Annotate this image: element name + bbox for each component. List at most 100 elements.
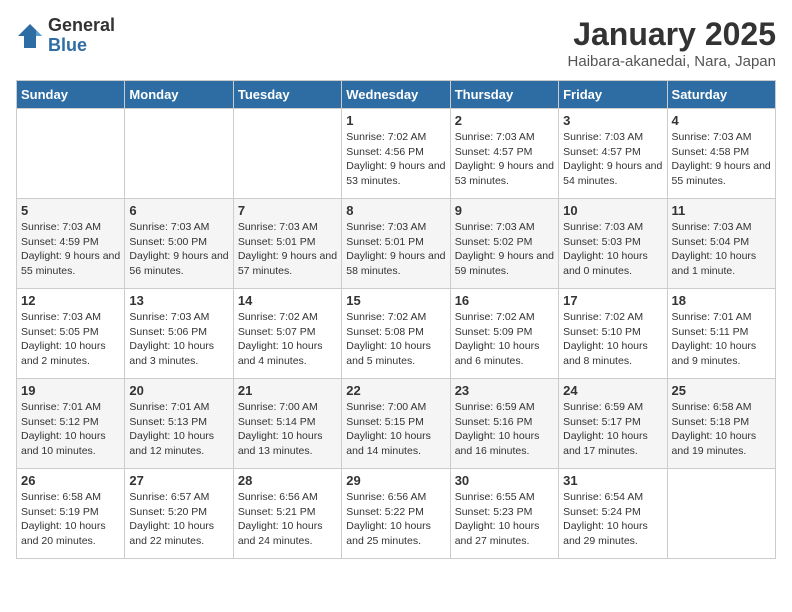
day-info: Sunrise: 6:58 AM Sunset: 5:18 PM Dayligh… (672, 400, 771, 459)
day-number: 20 (129, 383, 228, 398)
day-number: 15 (346, 293, 445, 308)
calendar-week-row: 12Sunrise: 7:03 AM Sunset: 5:05 PM Dayli… (17, 289, 776, 379)
weekday-header-cell: Tuesday (233, 81, 341, 109)
calendar-day-cell: 11 Sunrise: 7:03 AM Sunset: 5:04 PM Dayli… (667, 199, 775, 289)
day-info: Sunrise: 7:03 AM Sunset: 5:04 PM Dayligh… (672, 220, 771, 279)
weekday-header-cell: Saturday (667, 81, 775, 109)
calendar-day-cell: 30Sunrise: 6:55 AM Sunset: 5:23 PM Dayli… (450, 469, 558, 559)
day-number: 8 (346, 203, 445, 218)
location-subtitle: Haibara-akanedai, Nara, Japan (568, 53, 776, 70)
calendar-day-cell: 26Sunrise: 6:58 AM Sunset: 5:19 PM Dayli… (17, 469, 125, 559)
calendar-day-cell: 27Sunrise: 6:57 AM Sunset: 5:20 PM Dayli… (125, 469, 233, 559)
calendar-day-cell: 17 Sunrise: 7:02 AM Sunset: 5:10 PM Dayli… (559, 289, 667, 379)
calendar-day-cell (233, 109, 341, 199)
day-info: Sunrise: 6:59 AM Sunset: 5:16 PM Dayligh… (455, 400, 554, 459)
calendar-day-cell: 8 Sunrise: 7:03 AM Sunset: 5:01 PM Daylig… (342, 199, 450, 289)
day-info: Sunrise: 6:54 AM Sunset: 5:24 PM Dayligh… (563, 490, 662, 549)
calendar-day-cell: 23 Sunrise: 6:59 AM Sunset: 5:16 PM Dayli… (450, 379, 558, 469)
calendar-day-cell: 7 Sunrise: 7:03 AM Sunset: 5:01 PM Daylig… (233, 199, 341, 289)
day-number: 25 (672, 383, 771, 398)
day-info: Sunrise: 7:03 AM Sunset: 5:01 PM Dayligh… (238, 220, 337, 279)
logo-general-text: General (48, 16, 115, 36)
calendar-day-cell: 3 Sunrise: 7:03 AM Sunset: 4:57 PM Daylig… (559, 109, 667, 199)
calendar-day-cell: 1 Sunrise: 7:02 AM Sunset: 4:56 PM Daylig… (342, 109, 450, 199)
calendar-day-cell: 10 Sunrise: 7:03 AM Sunset: 5:03 PM Dayli… (559, 199, 667, 289)
day-info: Sunrise: 7:03 AM Sunset: 5:03 PM Dayligh… (563, 220, 662, 279)
calendar-day-cell: 29 Sunrise: 6:56 AM Sunset: 5:22 PM Dayli… (342, 469, 450, 559)
weekday-header-cell: Monday (125, 81, 233, 109)
day-info: Sunrise: 7:00 AM Sunset: 5:15 PM Dayligh… (346, 400, 445, 459)
weekday-header-cell: Wednesday (342, 81, 450, 109)
calendar-day-cell (667, 469, 775, 559)
day-number: 10 (563, 203, 662, 218)
day-info: Sunrise: 7:03 AM Sunset: 4:57 PM Dayligh… (455, 130, 554, 189)
day-number: 18 (672, 293, 771, 308)
page-header: General Blue January 2025 Haibara-akaned… (16, 16, 776, 70)
day-number: 16 (455, 293, 554, 308)
calendar-week-row: 26Sunrise: 6:58 AM Sunset: 5:19 PM Dayli… (17, 469, 776, 559)
day-info: Sunrise: 7:03 AM Sunset: 5:05 PM Dayligh… (21, 310, 120, 369)
day-info: Sunrise: 6:58 AM Sunset: 5:19 PM Dayligh… (21, 490, 120, 549)
weekday-header-cell: Thursday (450, 81, 558, 109)
day-number: 23 (455, 383, 554, 398)
day-number: 21 (238, 383, 337, 398)
calendar-day-cell: 2 Sunrise: 7:03 AM Sunset: 4:57 PM Daylig… (450, 109, 558, 199)
weekday-header-row: SundayMondayTuesdayWednesdayThursdayFrid… (17, 81, 776, 109)
day-number: 19 (21, 383, 120, 398)
day-info: Sunrise: 7:02 AM Sunset: 5:07 PM Dayligh… (238, 310, 337, 369)
calendar-week-row: 5Sunrise: 7:03 AM Sunset: 4:59 PM Daylig… (17, 199, 776, 289)
calendar-day-cell: 21 Sunrise: 7:00 AM Sunset: 5:14 PM Dayli… (233, 379, 341, 469)
calendar-day-cell: 16 Sunrise: 7:02 AM Sunset: 5:09 PM Dayli… (450, 289, 558, 379)
calendar-day-cell: 13 Sunrise: 7:03 AM Sunset: 5:06 PM Dayli… (125, 289, 233, 379)
day-number: 30 (455, 473, 554, 488)
month-year-title: January 2025 (568, 16, 776, 53)
day-info: Sunrise: 7:03 AM Sunset: 5:01 PM Dayligh… (346, 220, 445, 279)
day-number: 9 (455, 203, 554, 218)
day-info: Sunrise: 7:00 AM Sunset: 5:14 PM Dayligh… (238, 400, 337, 459)
day-info: Sunrise: 7:02 AM Sunset: 5:10 PM Dayligh… (563, 310, 662, 369)
calendar-day-cell: 19 Sunrise: 7:01 AM Sunset: 5:12 PM Dayli… (17, 379, 125, 469)
day-number: 31 (563, 473, 662, 488)
calendar-week-row: 19 Sunrise: 7:01 AM Sunset: 5:12 PM Dayli… (17, 379, 776, 469)
day-number: 2 (455, 113, 554, 128)
calendar-day-cell: 22 Sunrise: 7:00 AM Sunset: 5:15 PM Dayli… (342, 379, 450, 469)
calendar-day-cell: 15 Sunrise: 7:02 AM Sunset: 5:08 PM Dayli… (342, 289, 450, 379)
day-info: Sunrise: 7:02 AM Sunset: 4:56 PM Dayligh… (346, 130, 445, 189)
logo-icon (16, 22, 44, 50)
logo-blue-text: Blue (48, 36, 115, 56)
day-number: 3 (563, 113, 662, 128)
calendar-week-row: 1 Sunrise: 7:02 AM Sunset: 4:56 PM Daylig… (17, 109, 776, 199)
day-number: 27 (129, 473, 228, 488)
day-number: 17 (563, 293, 662, 308)
day-info: Sunrise: 7:03 AM Sunset: 5:06 PM Dayligh… (129, 310, 228, 369)
calendar-body: 1 Sunrise: 7:02 AM Sunset: 4:56 PM Daylig… (17, 109, 776, 559)
day-number: 29 (346, 473, 445, 488)
calendar-day-cell: 25 Sunrise: 6:58 AM Sunset: 5:18 PM Dayli… (667, 379, 775, 469)
day-number: 7 (238, 203, 337, 218)
day-info: Sunrise: 7:03 AM Sunset: 4:57 PM Dayligh… (563, 130, 662, 189)
calendar-day-cell (125, 109, 233, 199)
day-info: Sunrise: 7:01 AM Sunset: 5:13 PM Dayligh… (129, 400, 228, 459)
weekday-header-cell: Sunday (17, 81, 125, 109)
day-info: Sunrise: 7:02 AM Sunset: 5:09 PM Dayligh… (455, 310, 554, 369)
day-info: Sunrise: 7:01 AM Sunset: 5:11 PM Dayligh… (672, 310, 771, 369)
day-number: 6 (129, 203, 228, 218)
calendar-day-cell: 31 Sunrise: 6:54 AM Sunset: 5:24 PM Dayli… (559, 469, 667, 559)
calendar-day-cell: 20 Sunrise: 7:01 AM Sunset: 5:13 PM Dayli… (125, 379, 233, 469)
day-number: 24 (563, 383, 662, 398)
day-number: 11 (672, 203, 771, 218)
calendar-day-cell: 28Sunrise: 6:56 AM Sunset: 5:21 PM Dayli… (233, 469, 341, 559)
day-number: 5 (21, 203, 120, 218)
title-block: January 2025 Haibara-akanedai, Nara, Jap… (568, 16, 776, 70)
calendar-day-cell: 9Sunrise: 7:03 AM Sunset: 5:02 PM Daylig… (450, 199, 558, 289)
day-number: 13 (129, 293, 228, 308)
day-info: Sunrise: 7:01 AM Sunset: 5:12 PM Dayligh… (21, 400, 120, 459)
day-number: 1 (346, 113, 445, 128)
day-number: 22 (346, 383, 445, 398)
day-info: Sunrise: 7:02 AM Sunset: 5:08 PM Dayligh… (346, 310, 445, 369)
calendar-day-cell: 6Sunrise: 7:03 AM Sunset: 5:00 PM Daylig… (125, 199, 233, 289)
day-number: 14 (238, 293, 337, 308)
calendar-day-cell: 12Sunrise: 7:03 AM Sunset: 5:05 PM Dayli… (17, 289, 125, 379)
day-number: 4 (672, 113, 771, 128)
day-info: Sunrise: 6:56 AM Sunset: 5:22 PM Dayligh… (346, 490, 445, 549)
